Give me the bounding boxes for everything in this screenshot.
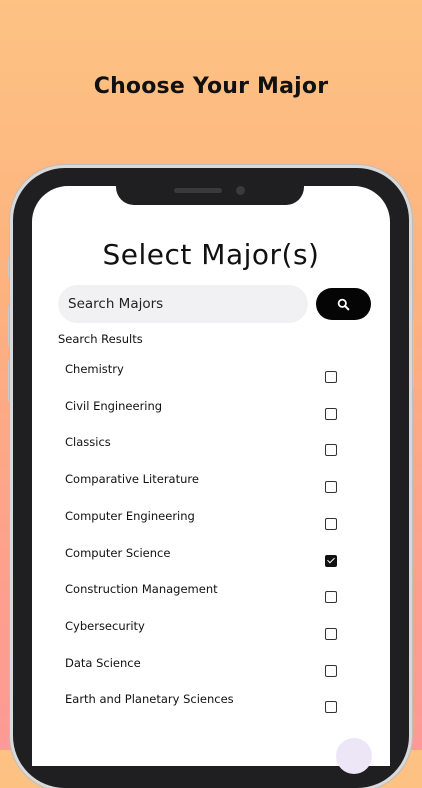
phone-volume-down-button — [8, 360, 12, 402]
major-checkbox[interactable] — [325, 591, 337, 604]
major-checkbox[interactable] — [325, 371, 337, 383]
phone-power-button — [410, 318, 414, 390]
major-item-label: Chemistry — [65, 362, 124, 376]
major-checkbox[interactable] — [325, 701, 337, 714]
phone-camera — [236, 186, 245, 195]
phone-speaker — [174, 188, 222, 193]
major-item-label: Comparative Literature — [65, 472, 199, 487]
major-checkbox[interactable] — [325, 444, 337, 457]
major-item-label: Computer Engineering — [65, 508, 195, 523]
search-button[interactable] — [316, 288, 371, 320]
major-checkbox[interactable] — [325, 407, 337, 420]
major-checkbox[interactable] — [325, 664, 337, 677]
major-checkbox[interactable] — [325, 481, 337, 494]
major-item-label: Construction Management — [65, 582, 218, 597]
search-results-label: Search Results — [58, 332, 143, 346]
page-title: Select Major(s) — [102, 238, 320, 271]
search-icon — [337, 298, 350, 310]
major-item-label: Cybersecurity — [65, 618, 145, 633]
major-item-label: Classics — [65, 435, 111, 450]
phone-volume-up-button — [8, 305, 12, 347]
major-item-label: Civil Engineering — [65, 398, 163, 413]
search-placeholder: Search Majors — [68, 296, 164, 312]
major-item-label: Data Science — [65, 655, 141, 670]
promo-headline: Choose Your Major — [93, 74, 329, 99]
search-input[interactable]: Search Majors — [58, 285, 308, 323]
major-checkbox[interactable] — [325, 627, 337, 640]
major-item-label: Earth and Planetary Sciences — [65, 692, 234, 707]
floating-action-button[interactable] — [336, 738, 372, 774]
major-checkbox-checked[interactable] — [325, 554, 337, 567]
major-checkbox[interactable] — [325, 517, 337, 530]
major-item-label: Computer Science — [65, 545, 171, 560]
